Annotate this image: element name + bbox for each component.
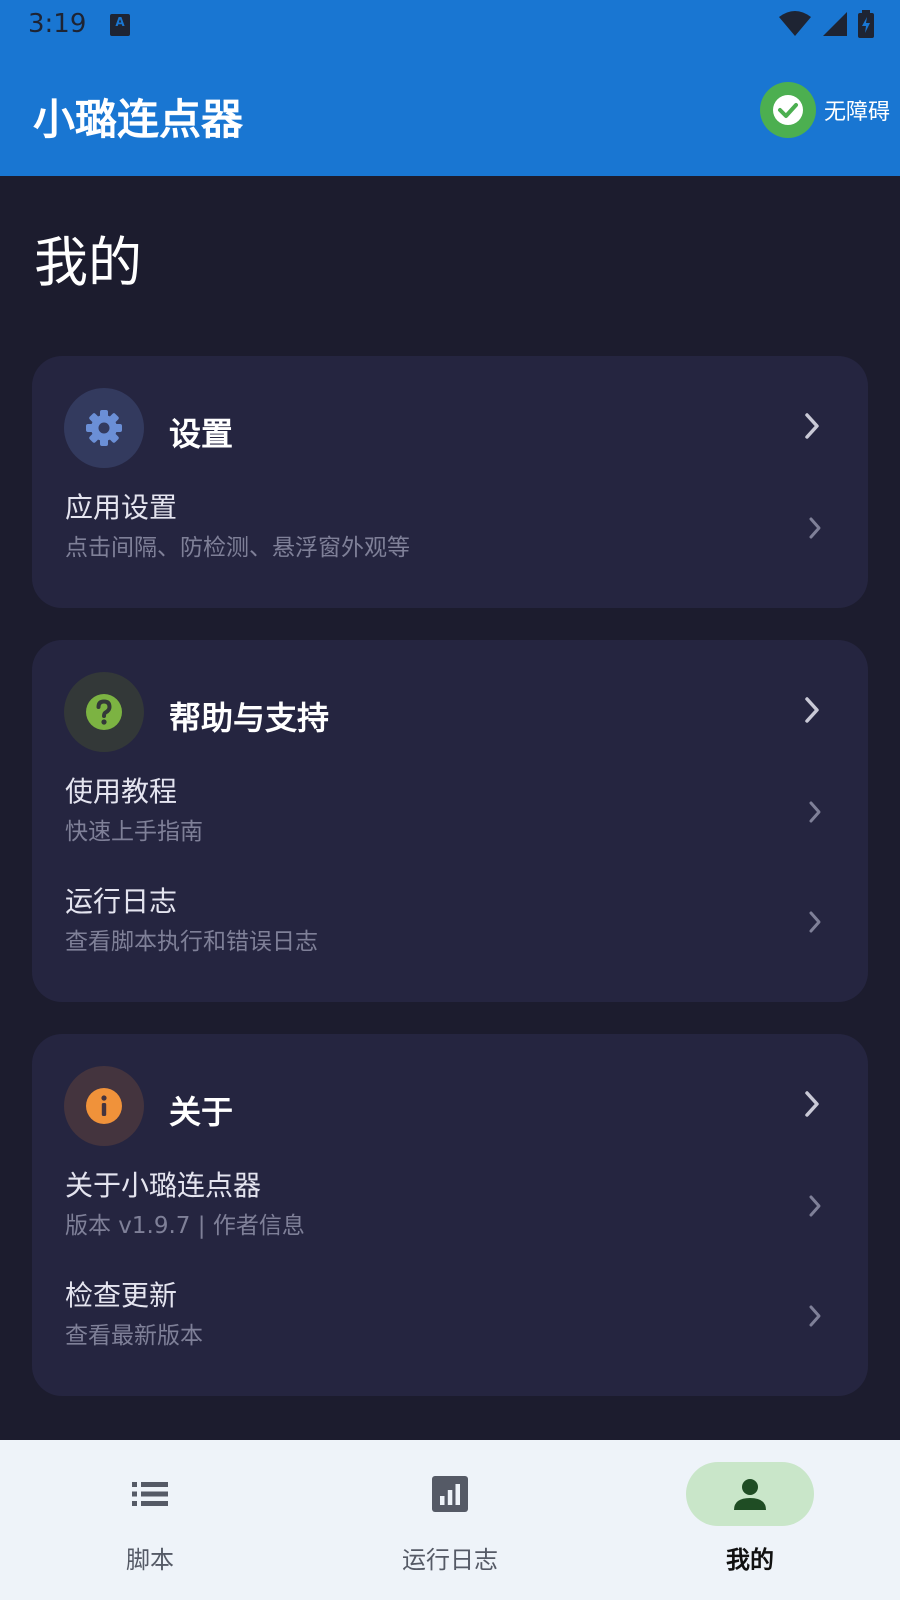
help-header[interactable]: 帮助与支持 xyxy=(32,640,868,752)
nav-label: 我的 xyxy=(726,1546,774,1574)
help-icon xyxy=(64,672,144,752)
keyboard-a-icon: A xyxy=(110,14,130,36)
about-header[interactable]: 关于 xyxy=(32,1034,868,1146)
bottom-nav: 脚本 运行日志 我的 xyxy=(0,1440,900,1600)
about-title: 关于 xyxy=(169,1093,234,1131)
accessibility-label: 无障碍 xyxy=(823,100,890,125)
about-card: 关于 关于小璐连点器 版本 v1.9.7 | 作者信息 检查更新 查看最新版本 xyxy=(32,1034,868,1396)
list-item-app-settings[interactable]: 应用设置 点击间隔、防检测、悬浮窗外观等 xyxy=(32,486,868,578)
chevron-right-icon xyxy=(809,1305,821,1327)
chevron-right-icon xyxy=(805,697,819,723)
status-icons xyxy=(778,10,874,38)
list-item-about-app[interactable]: 关于小璐连点器 版本 v1.9.7 | 作者信息 xyxy=(32,1164,868,1256)
item-subtitle: 查看脚本执行和错误日志 xyxy=(65,929,318,955)
nav-label: 脚本 xyxy=(126,1546,174,1574)
chevron-right-icon xyxy=(805,413,819,439)
wifi-icon xyxy=(779,11,811,36)
item-subtitle: 查看最新版本 xyxy=(65,1323,203,1349)
chevron-right-icon xyxy=(809,1195,821,1217)
item-title: 使用教程 xyxy=(65,775,178,808)
list-item-check-update[interactable]: 检查更新 查看最新版本 xyxy=(32,1274,868,1366)
item-subtitle: 版本 v1.9.7 | 作者信息 xyxy=(65,1213,305,1239)
chevron-right-icon xyxy=(809,801,821,823)
info-icon xyxy=(64,1066,144,1146)
app-title: 小璐连点器 xyxy=(33,95,244,144)
nav-item-scripts[interactable]: 脚本 xyxy=(0,1462,300,1582)
gear-icon xyxy=(64,388,144,468)
battery-icon xyxy=(858,10,874,38)
page-title: 我的 xyxy=(34,231,142,294)
list-icon xyxy=(86,1462,214,1526)
nav-item-mine[interactable]: 我的 xyxy=(600,1462,900,1582)
item-title: 关于小璐连点器 xyxy=(65,1169,262,1202)
settings-title: 设置 xyxy=(169,415,234,453)
signal-icon xyxy=(823,12,847,36)
item-title: 运行日志 xyxy=(65,885,178,918)
chevron-right-icon xyxy=(805,1091,819,1117)
item-title: 检查更新 xyxy=(65,1279,178,1312)
nav-label: 运行日志 xyxy=(402,1546,498,1574)
nav-item-run-log[interactable]: 运行日志 xyxy=(300,1462,600,1582)
chevron-right-icon xyxy=(809,911,821,933)
accessibility-status[interactable]: 无障碍 xyxy=(759,82,890,138)
check-circle-icon xyxy=(759,82,816,138)
person-icon xyxy=(686,1462,814,1526)
chevron-right-icon xyxy=(809,517,821,539)
chart-icon xyxy=(386,1462,514,1526)
item-title: 应用设置 xyxy=(65,491,178,524)
app-bar: 小璐连点器 无障碍 xyxy=(0,52,900,176)
help-title: 帮助与支持 xyxy=(169,699,330,737)
settings-header[interactable]: 设置 xyxy=(32,356,868,468)
item-subtitle: 快速上手指南 xyxy=(65,819,203,845)
item-subtitle: 点击间隔、防检测、悬浮窗外观等 xyxy=(65,535,410,561)
status-bar: 3:19 A xyxy=(0,0,900,52)
list-item-tutorial[interactable]: 使用教程 快速上手指南 xyxy=(32,770,868,862)
settings-card: 设置 应用设置 点击间隔、防检测、悬浮窗外观等 xyxy=(32,356,868,608)
status-time: 3:19 xyxy=(28,9,87,39)
list-item-run-log[interactable]: 运行日志 查看脚本执行和错误日志 xyxy=(32,880,868,972)
help-card: 帮助与支持 使用教程 快速上手指南 运行日志 查看脚本执行和错误日志 xyxy=(32,640,868,1002)
